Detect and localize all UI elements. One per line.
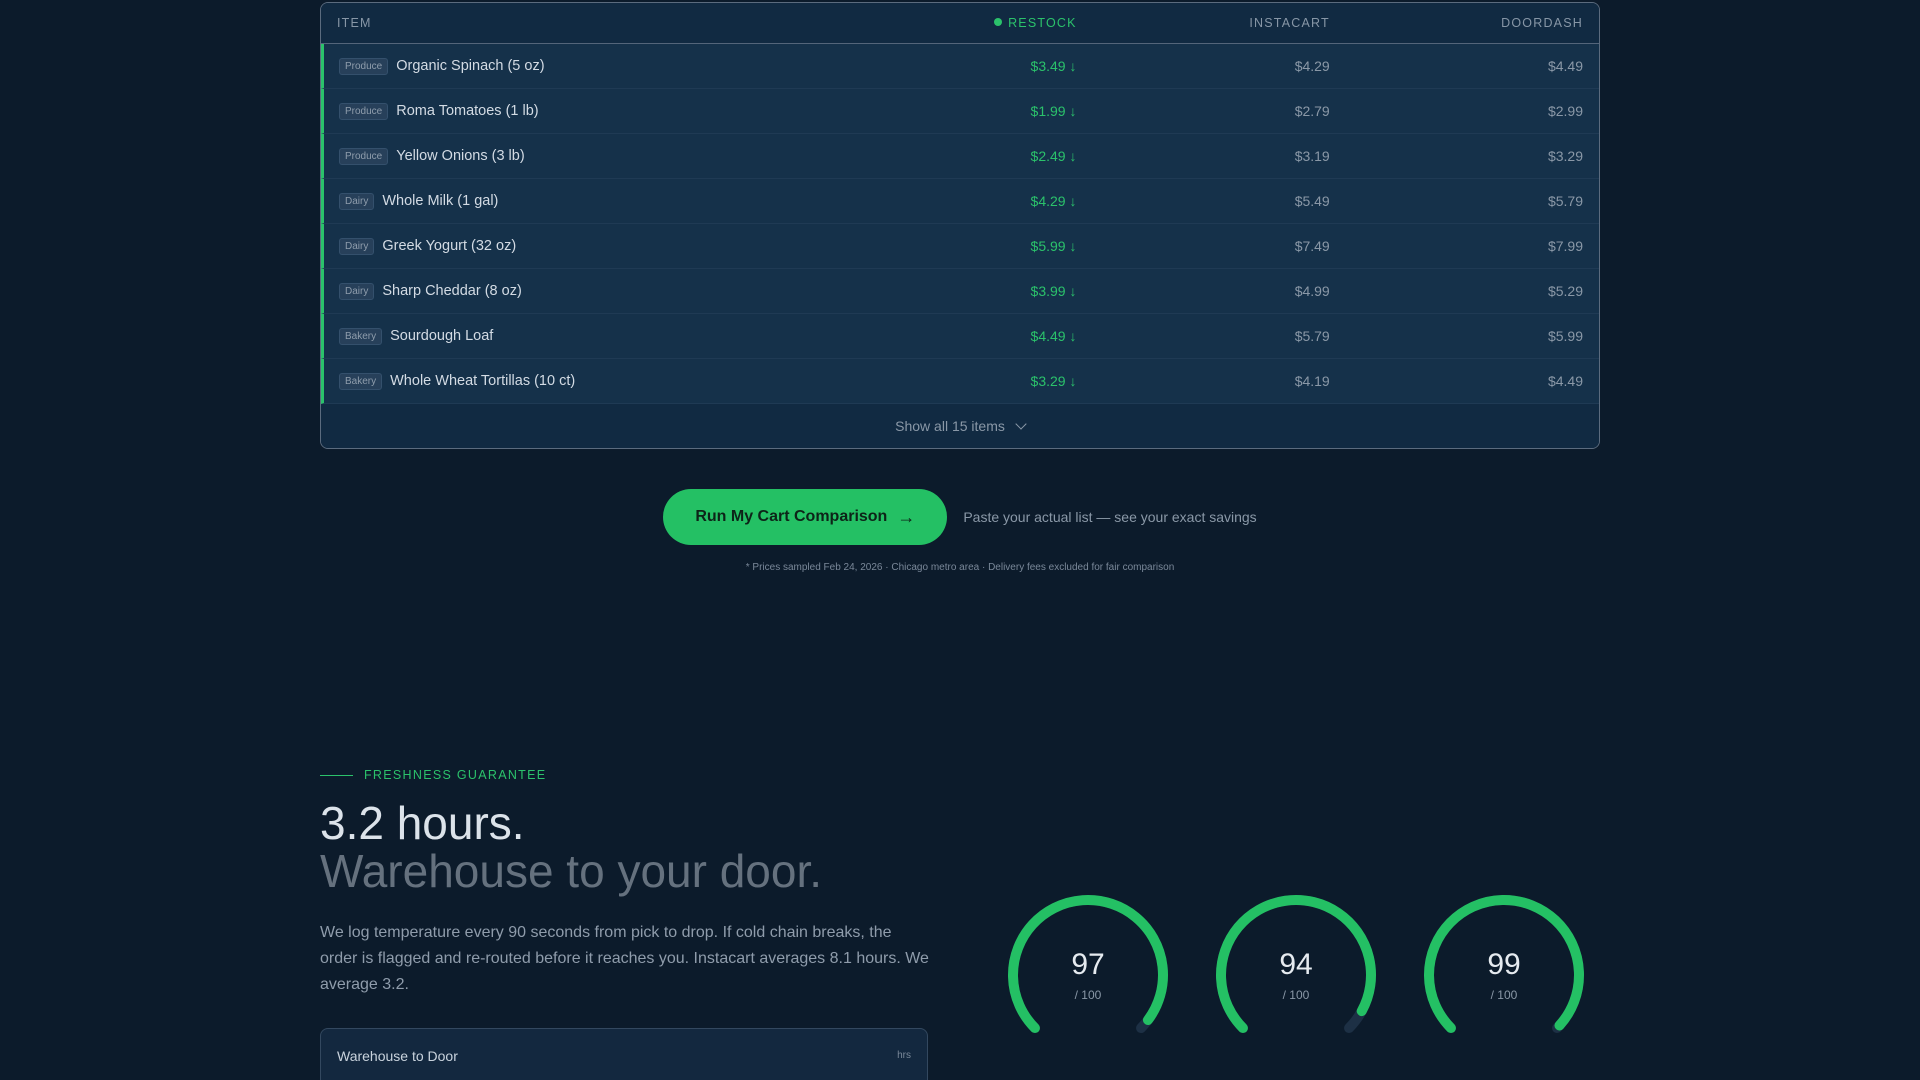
score-gauge: 97 / 100	[1003, 890, 1173, 1060]
gauge-max-label: / 100	[1074, 988, 1102, 1002]
item-cell: Produce Yellow Onions (3 lb)	[324, 147, 833, 165]
item-name: Yellow Onions (3 lb)	[396, 148, 525, 164]
category-badge: Dairy	[339, 282, 375, 300]
table-body: Produce Organic Spinach (5 oz) $3.49 ↓ $4.2…	[321, 44, 1599, 404]
instacart-price: $7.49	[1294, 238, 1330, 254]
arrow-right-icon: →	[897, 506, 916, 527]
restock-price: $2.49 ↓	[1030, 148, 1077, 164]
instacart-price: $5.49	[1294, 193, 1330, 209]
instacart-price: $5.79	[1294, 328, 1330, 344]
item-name: Sharp Cheddar (8 oz)	[382, 283, 522, 299]
item-cell: Dairy Sharp Cheddar (8 oz)	[324, 282, 833, 300]
gauge-value: 99	[1487, 948, 1521, 981]
doordash-price: $2.99	[1547, 103, 1583, 119]
warehouse-to-door-card: Warehouse to Door hrs	[320, 1028, 928, 1080]
show-all-label: Show all 15 items	[895, 418, 1005, 434]
doordash-price: $5.99	[1547, 328, 1583, 344]
item-name: Greek Yogurt (32 oz)	[382, 238, 517, 254]
header-restock-label: RESTOCK	[1008, 16, 1077, 30]
price-comparison-table: ITEM RESTOCK INSTACART DOORDASH Produce O…	[320, 2, 1600, 449]
header-instacart: INSTACART	[1249, 16, 1330, 30]
instacart-price: $4.19	[1294, 373, 1330, 389]
header-restock: RESTOCK	[833, 16, 1092, 30]
header-doordash: DOORDASH	[1501, 16, 1583, 30]
restock-price: $5.99 ↓	[1030, 238, 1077, 254]
run-cart-comparison-button[interactable]: Run My Cart Comparison →	[663, 489, 948, 545]
gauge-value: 94	[1279, 948, 1313, 981]
table-row: Dairy Greek Yogurt (32 oz) $5.99 ↓ $7.49 $7.…	[321, 224, 1599, 269]
item-cell: Dairy Whole Milk (1 gal)	[324, 192, 833, 210]
show-all-button[interactable]: Show all 15 items	[321, 404, 1599, 448]
category-badge: Produce	[339, 102, 389, 120]
restock-dot-icon	[994, 18, 1003, 26]
item-name: Sourdough Loaf	[390, 328, 494, 344]
freshness-subheadline: Warehouse to your door.	[320, 845, 823, 897]
category-badge: Bakery	[339, 327, 383, 345]
chevron-down-icon	[1015, 417, 1027, 430]
instacart-price: $4.99	[1294, 283, 1330, 299]
cta-button-label: Run My Cart Comparison	[695, 508, 888, 525]
freshness-headline: 3.2 hours.	[320, 797, 525, 849]
restock-price: $3.99 ↓	[1030, 283, 1077, 299]
table-header: ITEM RESTOCK INSTACART DOORDASH	[321, 3, 1599, 44]
gauge-max-label: / 100	[1282, 988, 1310, 1002]
cta-row: Run My Cart Comparison → Paste your actu…	[0, 489, 1920, 545]
doordash-price: $3.29	[1547, 148, 1583, 164]
item-name: Whole Wheat Tortillas (10 ct)	[390, 373, 576, 389]
card-unit: hrs	[897, 1050, 911, 1061]
cta-subtitle: Paste your actual list — see your exact …	[963, 509, 1257, 525]
score-gauge: 99 / 100	[1419, 890, 1589, 1060]
freshness-eyebrow: FRESHNESS GUARANTEE	[320, 768, 546, 782]
prices-footnote: * Prices sampled Feb 24, 2026 · Chicago …	[745, 562, 1175, 573]
instacart-price: $4.29	[1294, 58, 1330, 74]
table-row: Bakery Whole Wheat Tortillas (10 ct) $3.29…	[321, 359, 1599, 404]
table-row: Dairy Whole Milk (1 gal) $4.29 ↓ $5.49 $5.79	[321, 179, 1599, 224]
item-cell: Dairy Greek Yogurt (32 oz)	[324, 237, 833, 255]
restock-price: $4.49 ↓	[1030, 328, 1077, 344]
freshness-body: We log temperature every 90 seconds from…	[320, 924, 929, 993]
table-row: Bakery Sourdough Loaf $4.49 ↓ $5.79 $5.99	[321, 314, 1599, 359]
category-badge: Produce	[339, 57, 389, 75]
table-row: Produce Organic Spinach (5 oz) $3.49 ↓ $4.2…	[321, 44, 1599, 89]
instacart-price: $3.19	[1294, 148, 1330, 164]
doordash-price: $4.49	[1547, 58, 1583, 74]
eyebrow-divider	[320, 774, 353, 776]
gauge-max-label: / 100	[1490, 988, 1518, 1002]
item-cell: Produce Organic Spinach (5 oz)	[324, 57, 833, 75]
eyebrow-label: FRESHNESS GUARANTEE	[364, 768, 547, 782]
item-name: Roma Tomatoes (1 lb)	[396, 103, 539, 119]
restock-price: $4.29 ↓	[1030, 193, 1077, 209]
restock-price: $1.99 ↓	[1030, 103, 1077, 119]
item-cell: Bakery Sourdough Loaf	[324, 327, 833, 345]
item-cell: Bakery Whole Wheat Tortillas (10 ct)	[324, 372, 833, 390]
score-gauge: 94 / 100	[1211, 890, 1381, 1060]
restock-price: $3.49 ↓	[1030, 58, 1077, 74]
doordash-price: $7.99	[1547, 238, 1583, 254]
header-item: ITEM	[337, 16, 372, 30]
item-cell: Produce Roma Tomatoes (1 lb)	[324, 102, 833, 120]
table-row: Produce Roma Tomatoes (1 lb) $1.99 ↓ $2.79 $…	[321, 89, 1599, 134]
category-badge: Produce	[339, 147, 389, 165]
category-badge: Dairy	[339, 192, 375, 210]
doordash-price: $5.79	[1547, 193, 1583, 209]
table-row: Produce Yellow Onions (3 lb) $2.49 ↓ $3.19 $…	[321, 134, 1599, 179]
gauge-value: 97	[1071, 948, 1105, 981]
item-name: Organic Spinach (5 oz)	[396, 58, 545, 74]
instacart-price: $2.79	[1294, 103, 1330, 119]
card-title: Warehouse to Door	[337, 1048, 458, 1064]
doordash-price: $4.49	[1547, 373, 1583, 389]
category-badge: Dairy	[339, 237, 375, 255]
restock-price: $3.29 ↓	[1030, 373, 1077, 389]
category-badge: Bakery	[339, 372, 383, 390]
table-row: Dairy Sharp Cheddar (8 oz) $3.99 ↓ $4.99 $5.…	[321, 269, 1599, 314]
doordash-price: $5.29	[1547, 283, 1583, 299]
item-name: Whole Milk (1 gal)	[382, 193, 499, 209]
